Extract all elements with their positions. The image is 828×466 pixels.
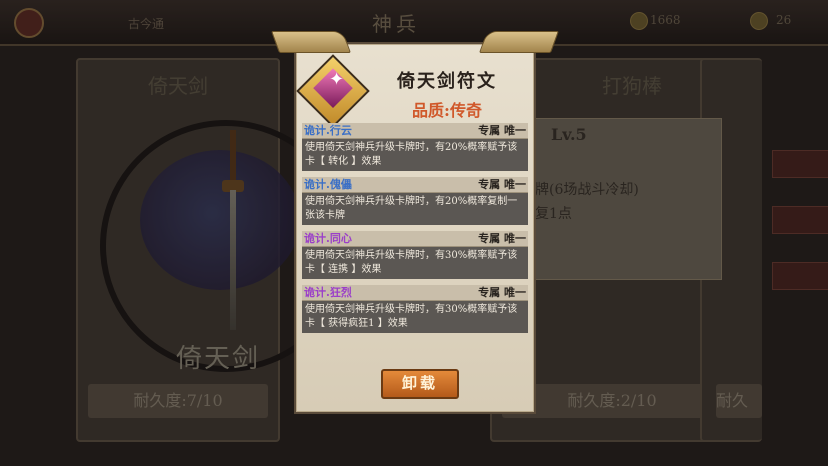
effect-desc: 使用倚天剑神兵升级卡牌时，有30%概率赋予该卡【 连携 】效果 <box>302 247 528 279</box>
effect-item: 诡计.狂烈 专属 唯一 使用倚天剑神兵升级卡牌时，有30%概率赋予该卡【 获得疯… <box>302 285 528 333</box>
unload-button[interactable]: 卸载 <box>381 369 459 399</box>
effect-desc: 使用倚天剑神兵升级卡牌时，有20%概率复制一张该卡牌 <box>302 193 528 225</box>
effect-desc: 使用倚天剑神兵升级卡牌时，有20%概率赋予该卡【 转化 】效果 <box>302 139 528 171</box>
effect-name: 诡计.行云 <box>304 124 352 137</box>
dialog-ornament-left <box>270 31 352 53</box>
dialog-title: 倚天剑符文 <box>397 71 497 92</box>
effect-name: 诡计.傀儡 <box>304 178 352 191</box>
effect-tag: 专属 唯一 <box>478 286 526 299</box>
rune-diamond-icon: ✦ <box>296 54 370 128</box>
effect-name: 诡计.狂烈 <box>304 286 352 299</box>
effect-list: 诡计.行云 专属 唯一 使用倚天剑神兵升级卡牌时，有20%概率赋予该卡【 转化 … <box>302 123 528 339</box>
effect-item: 诡计.傀儡 专属 唯一 使用倚天剑神兵升级卡牌时，有20%概率复制一张该卡牌 <box>302 177 528 225</box>
effect-tag: 专属 唯一 <box>478 178 526 191</box>
effect-item: 诡计.行云 专属 唯一 使用倚天剑神兵升级卡牌时，有20%概率赋予该卡【 转化 … <box>302 123 528 171</box>
effect-desc: 使用倚天剑神兵升级卡牌时，有30%概率赋予该卡【 获得疯狂1 】效果 <box>302 301 528 333</box>
effect-name: 诡计.同心 <box>304 232 352 245</box>
effect-item: 诡计.同心 专属 唯一 使用倚天剑神兵升级卡牌时，有30%概率赋予该卡【 连携 … <box>302 231 528 279</box>
dialog-ornament-right <box>478 31 560 53</box>
effect-tag: 专属 唯一 <box>478 124 526 137</box>
rune-dialog: ✦ 倚天剑符文 品质:传奇 诡计.行云 专属 唯一 使用倚天剑神兵升级卡牌时，有… <box>270 31 560 412</box>
rune-quality: 品质:传奇 <box>412 101 482 120</box>
effect-tag: 专属 唯一 <box>478 232 526 245</box>
